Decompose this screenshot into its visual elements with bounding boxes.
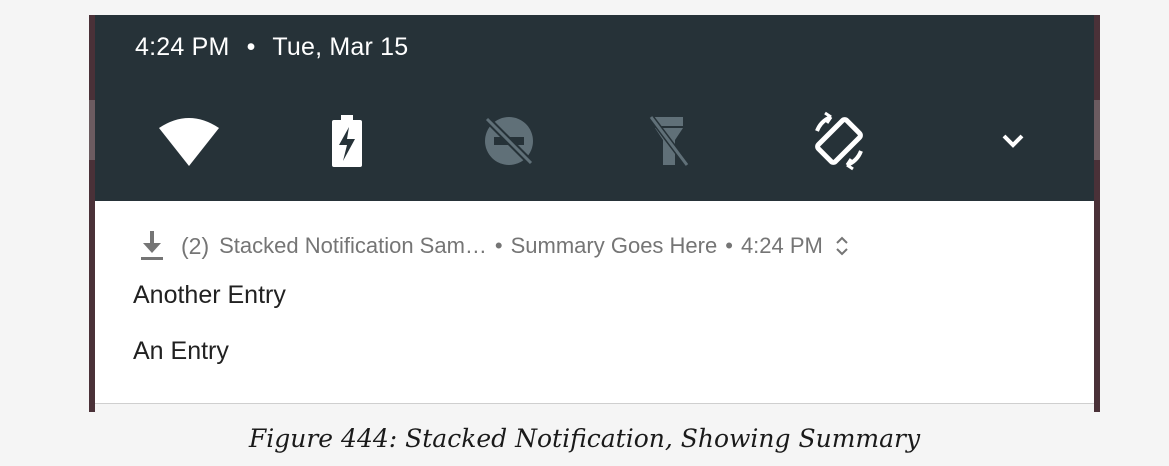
expand-collapse-icon[interactable] xyxy=(835,235,849,257)
status-time: 4:24 PM xyxy=(135,33,230,61)
stacked-notification-card[interactable]: (2) Stacked Notification Sam… • Summary … xyxy=(95,201,1094,403)
notification-shade-header: 4:24 PM • Tue, Mar 15 xyxy=(95,15,1094,201)
battery-tile[interactable] xyxy=(315,109,379,173)
status-date: Tue, Mar 15 xyxy=(272,33,409,61)
header-separator-1: • xyxy=(494,233,503,258)
wifi-tile[interactable] xyxy=(157,109,221,173)
figure-caption: Figure 444: Stacked Notification, Showin… xyxy=(248,424,921,453)
notification-app-name: Stacked Notification Sam… xyxy=(219,233,487,258)
wifi-icon xyxy=(159,118,219,166)
expand-chevron-icon xyxy=(1002,134,1024,148)
background-bleed-right xyxy=(1094,100,1100,160)
do-not-disturb-off-icon xyxy=(484,116,534,166)
notification-time: 4:24 PM xyxy=(740,233,823,258)
auto-rotate-icon xyxy=(815,111,863,171)
flashlight-off-icon xyxy=(649,115,689,167)
notification-entry-2: An Entry xyxy=(133,337,229,365)
status-datetime: 4:24 PM • Tue, Mar 15 xyxy=(135,33,408,62)
download-icon xyxy=(141,231,163,260)
notification-summary: Summary Goes Here xyxy=(510,233,718,258)
device-frame-right xyxy=(1094,15,1100,412)
flashlight-tile[interactable] xyxy=(637,109,701,173)
notification-entry-1: Another Entry xyxy=(133,281,286,309)
header-separator-2: • xyxy=(725,233,733,258)
status-separator: • xyxy=(246,33,256,61)
battery-charging-icon xyxy=(332,115,362,167)
notification-count: (2) xyxy=(181,232,210,259)
expand-tile[interactable] xyxy=(981,109,1045,173)
rotate-tile[interactable] xyxy=(807,109,871,173)
dnd-tile[interactable] xyxy=(477,109,541,173)
card-divider xyxy=(95,403,1094,404)
notification-header: (2) Stacked Notification Sam… • Summary … xyxy=(139,231,849,261)
